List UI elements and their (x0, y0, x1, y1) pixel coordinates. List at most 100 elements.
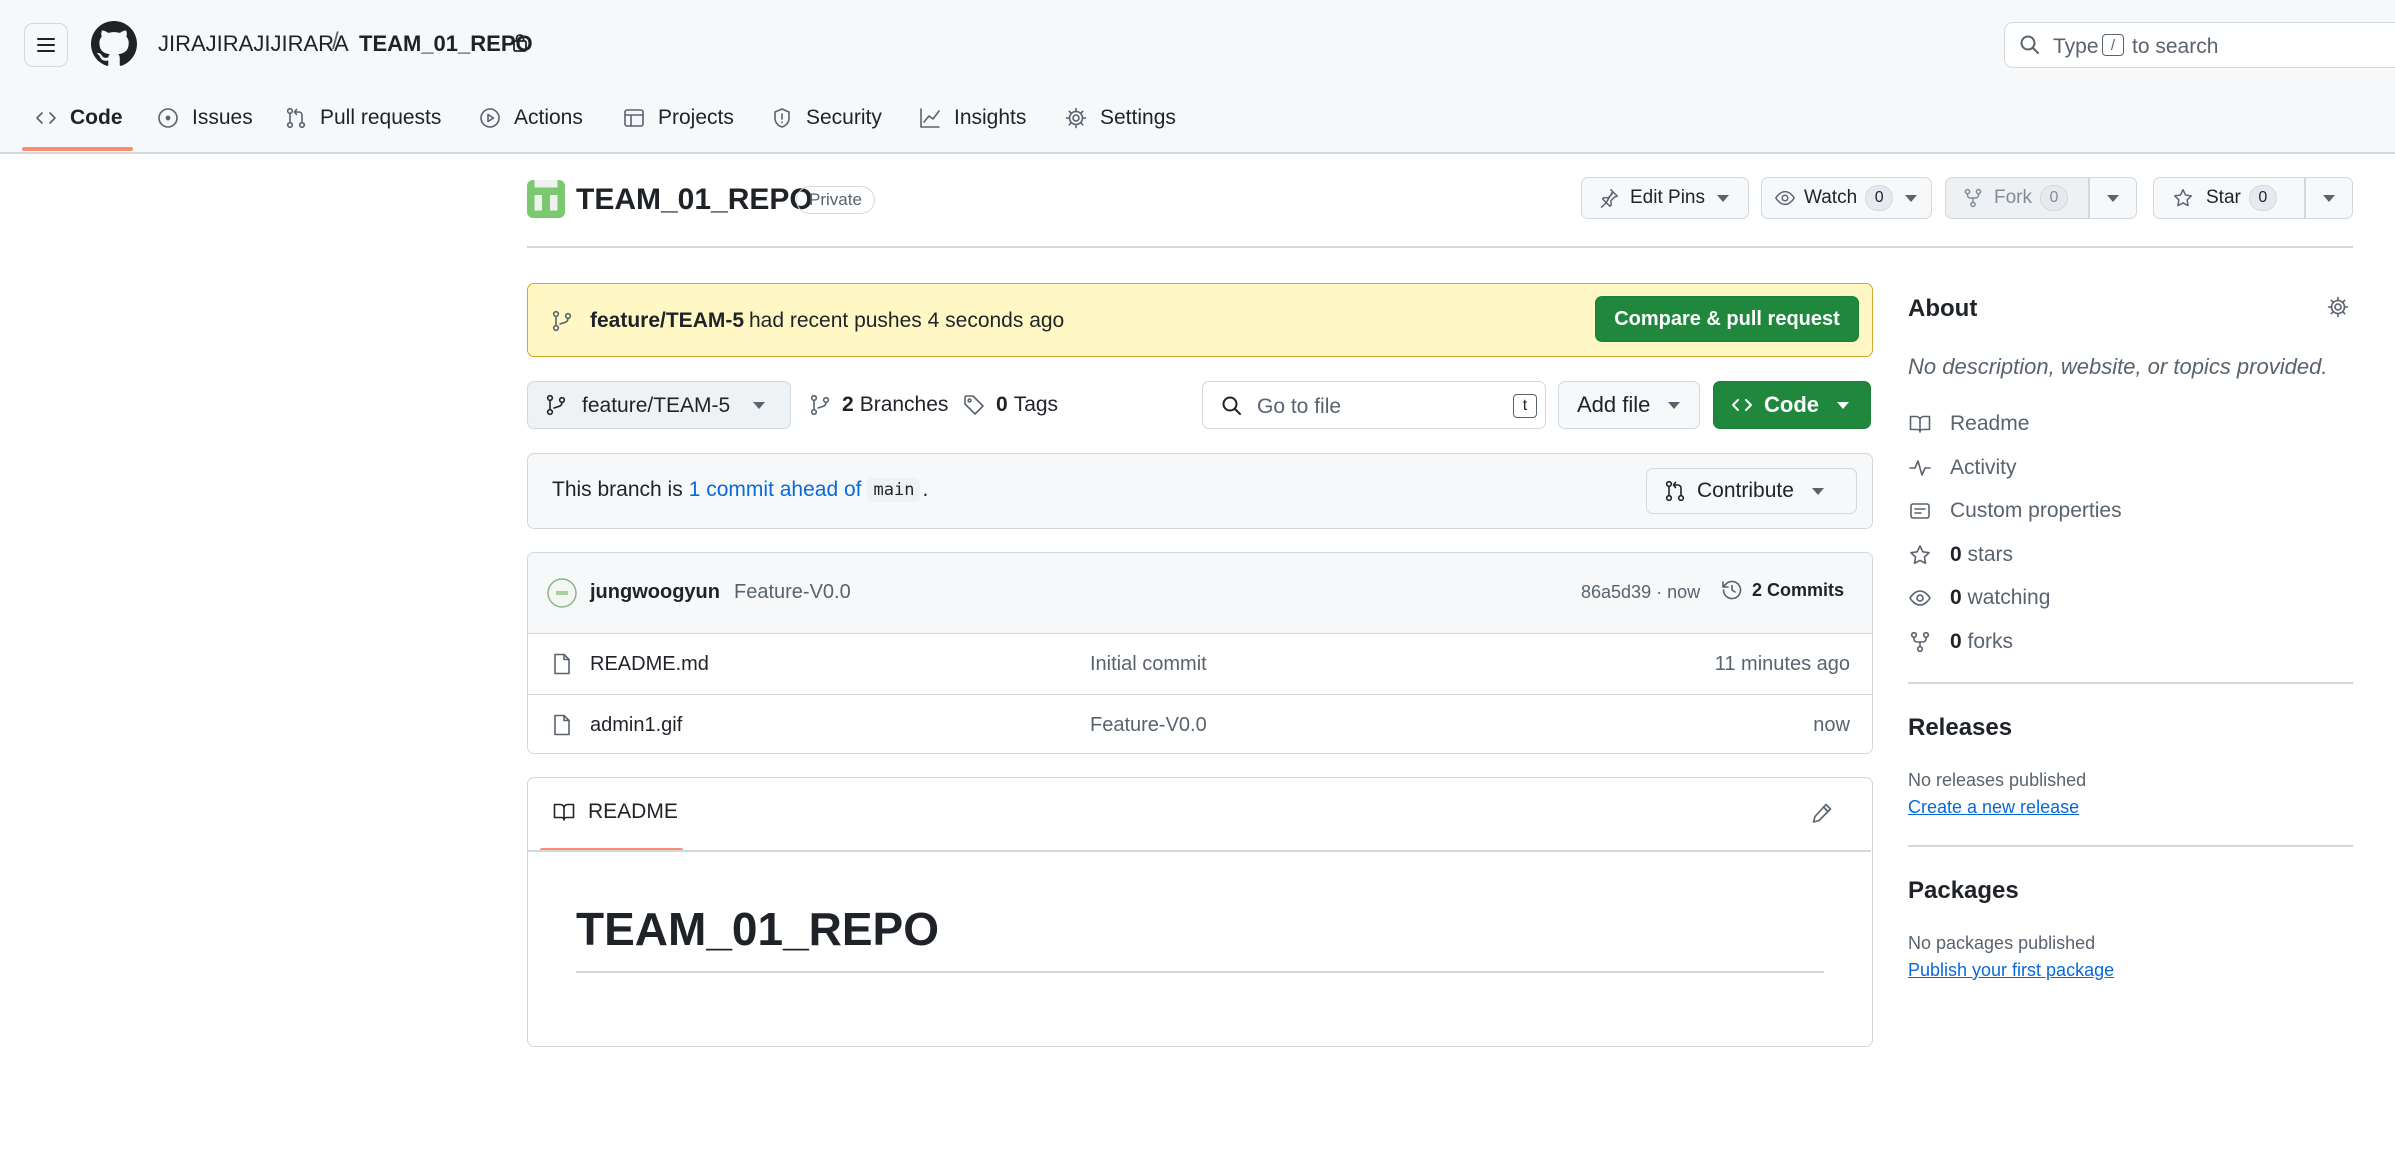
menu-button[interactable] (24, 23, 68, 67)
watching-count: 0 (1950, 586, 1962, 609)
tab-settings[interactable]: Settings (1064, 96, 1176, 140)
author-avatar[interactable] (547, 578, 577, 608)
add-file-label: Add file (1577, 392, 1651, 417)
commits-history-link[interactable]: 2 Commits (1720, 578, 1844, 602)
banner-branch-name[interactable]: feature/TEAM-5 (590, 309, 744, 333)
tab-issues[interactable]: Issues (156, 96, 253, 140)
file-row[interactable]: admin1.gif Feature-V0.0 now (528, 694, 1872, 753)
star-dropdown-button[interactable] (2305, 177, 2353, 219)
pull-request-icon (1665, 480, 1685, 502)
tab-pull-requests[interactable]: Pull requests (284, 96, 441, 140)
stars-label: stars (1967, 543, 2014, 566)
fork-button[interactable]: Fork 0 (1945, 177, 2089, 219)
watch-button[interactable]: Watch 0 (1761, 177, 1932, 219)
chevron-down-icon (1716, 194, 1729, 202)
chevron-down-icon (1837, 401, 1849, 409)
compare-pull-request-button[interactable]: Compare & pull request (1595, 296, 1859, 342)
star-icon (1910, 545, 1930, 565)
releases-heading[interactable]: Releases (1908, 714, 2012, 742)
file-commit-message[interactable]: Feature-V0.0 (1090, 714, 1207, 737)
tab-insights[interactable]: Insights (918, 96, 1026, 140)
file-row[interactable]: README.md Initial commit 11 minutes ago (528, 634, 1872, 694)
file-time: 11 minutes ago (1714, 653, 1850, 675)
commit-message[interactable]: Feature-V0.0 (734, 581, 851, 604)
watch-count: 0 (1865, 185, 1894, 211)
watching-label: watching (1967, 586, 2051, 609)
readme-link[interactable]: Readme (1908, 412, 2029, 436)
star-button[interactable]: Star 0 (2153, 177, 2305, 219)
lock-icon (513, 34, 527, 52)
branch-status-prefix: This branch is (552, 478, 683, 501)
git-branch-icon (810, 394, 830, 416)
tab-code[interactable]: Code (34, 96, 123, 140)
code-button-label: Code (1764, 392, 1819, 417)
stars-count: 0 (1950, 543, 1962, 566)
divider (528, 850, 1871, 852)
file-name[interactable]: README.md (590, 653, 709, 676)
chevron-down-icon (2107, 194, 2119, 202)
commit-sha-time[interactable]: 86a5d39 · now (1581, 582, 1700, 603)
create-release-link[interactable]: Create a new release (1908, 797, 2079, 818)
gear-icon[interactable] (2326, 295, 2350, 319)
tags-label: Tags (1013, 393, 1059, 416)
git-branch-icon (552, 310, 572, 332)
forks-link[interactable]: 0 forks (1908, 630, 2013, 654)
note-icon (1910, 503, 1930, 519)
add-file-button[interactable]: Add file (1558, 381, 1700, 429)
tab-projects[interactable]: Projects (622, 96, 734, 140)
play-icon (480, 108, 500, 128)
stars-link[interactable]: 0 stars (1908, 543, 2013, 567)
contribute-button[interactable]: Contribute (1646, 468, 1857, 514)
repo-title[interactable]: TEAM_01_REPO (576, 183, 813, 217)
owner-link[interactable]: JIRAJIRAJIJIRARA (158, 31, 349, 57)
commits-ahead-link[interactable]: 1 commit ahead of (689, 478, 862, 502)
branch-status-box: This branch is 1 commit ahead of main . … (527, 453, 1873, 529)
search-input[interactable]: Type / to search (2004, 22, 2395, 68)
code-button[interactable]: Code (1713, 381, 1871, 429)
readme-heading: TEAM_01_REPO (576, 903, 940, 955)
visibility-badge: Private (796, 186, 875, 214)
custom-properties-link[interactable]: Custom properties (1908, 499, 2122, 523)
file-icon (554, 714, 570, 736)
repo-link[interactable]: TEAM_01_REPO (359, 31, 533, 57)
go-to-file-input[interactable]: Go to file t (1202, 381, 1546, 429)
packages-heading[interactable]: Packages (1908, 877, 2019, 905)
file-table: jungwoogyun Feature-V0.0 86a5d39 · now 2… (527, 552, 1873, 754)
graph-icon (920, 108, 940, 128)
tab-settings-label: Settings (1100, 106, 1176, 129)
file-name[interactable]: admin1.gif (590, 714, 682, 737)
custom-properties-link-label: Custom properties (1950, 499, 2122, 522)
star-label: Star (2206, 187, 2241, 208)
branches-link[interactable]: 2 Branches (808, 381, 948, 429)
search-suffix: to search (2132, 35, 2219, 58)
search-shortcut-key: / (2102, 34, 2124, 56)
edit-pins-button[interactable]: Edit Pins (1581, 177, 1749, 219)
activity-link[interactable]: Activity (1908, 456, 2017, 480)
tab-pull-requests-label: Pull requests (320, 106, 442, 129)
readme-tab[interactable]: README (552, 800, 678, 824)
shield-icon (774, 108, 790, 128)
forks-label: forks (1967, 630, 2014, 653)
about-description: No description, website, or topics provi… (1908, 354, 2328, 379)
chevron-down-icon (1905, 194, 1918, 202)
branch-selector[interactable]: feature/TEAM-5 (527, 381, 791, 429)
tab-code-label: Code (70, 106, 123, 129)
readme-link-label: Readme (1950, 412, 2030, 435)
fork-dropdown-button[interactable] (2089, 177, 2137, 219)
tab-security[interactable]: Security (770, 96, 882, 140)
search-prefix: Type (2053, 35, 2099, 58)
chevron-down-icon (1668, 401, 1681, 409)
publish-package-link[interactable]: Publish your first package (1908, 960, 2114, 981)
book-icon (553, 803, 575, 821)
issue-opened-icon (158, 108, 178, 128)
pencil-icon[interactable] (1810, 801, 1834, 825)
tab-security-label: Security (806, 106, 882, 129)
file-commit-message[interactable]: Initial commit (1090, 653, 1207, 676)
watching-link[interactable]: 0 watching (1908, 586, 2050, 610)
tab-actions[interactable]: Actions (478, 96, 583, 140)
commit-author[interactable]: jungwoogyun (590, 581, 720, 604)
git-branch-icon (546, 394, 566, 416)
tags-link[interactable]: 0 Tags (962, 381, 1058, 429)
compare-pull-request-label: Compare & pull request (1614, 307, 1840, 330)
github-logo-icon[interactable] (91, 21, 137, 67)
